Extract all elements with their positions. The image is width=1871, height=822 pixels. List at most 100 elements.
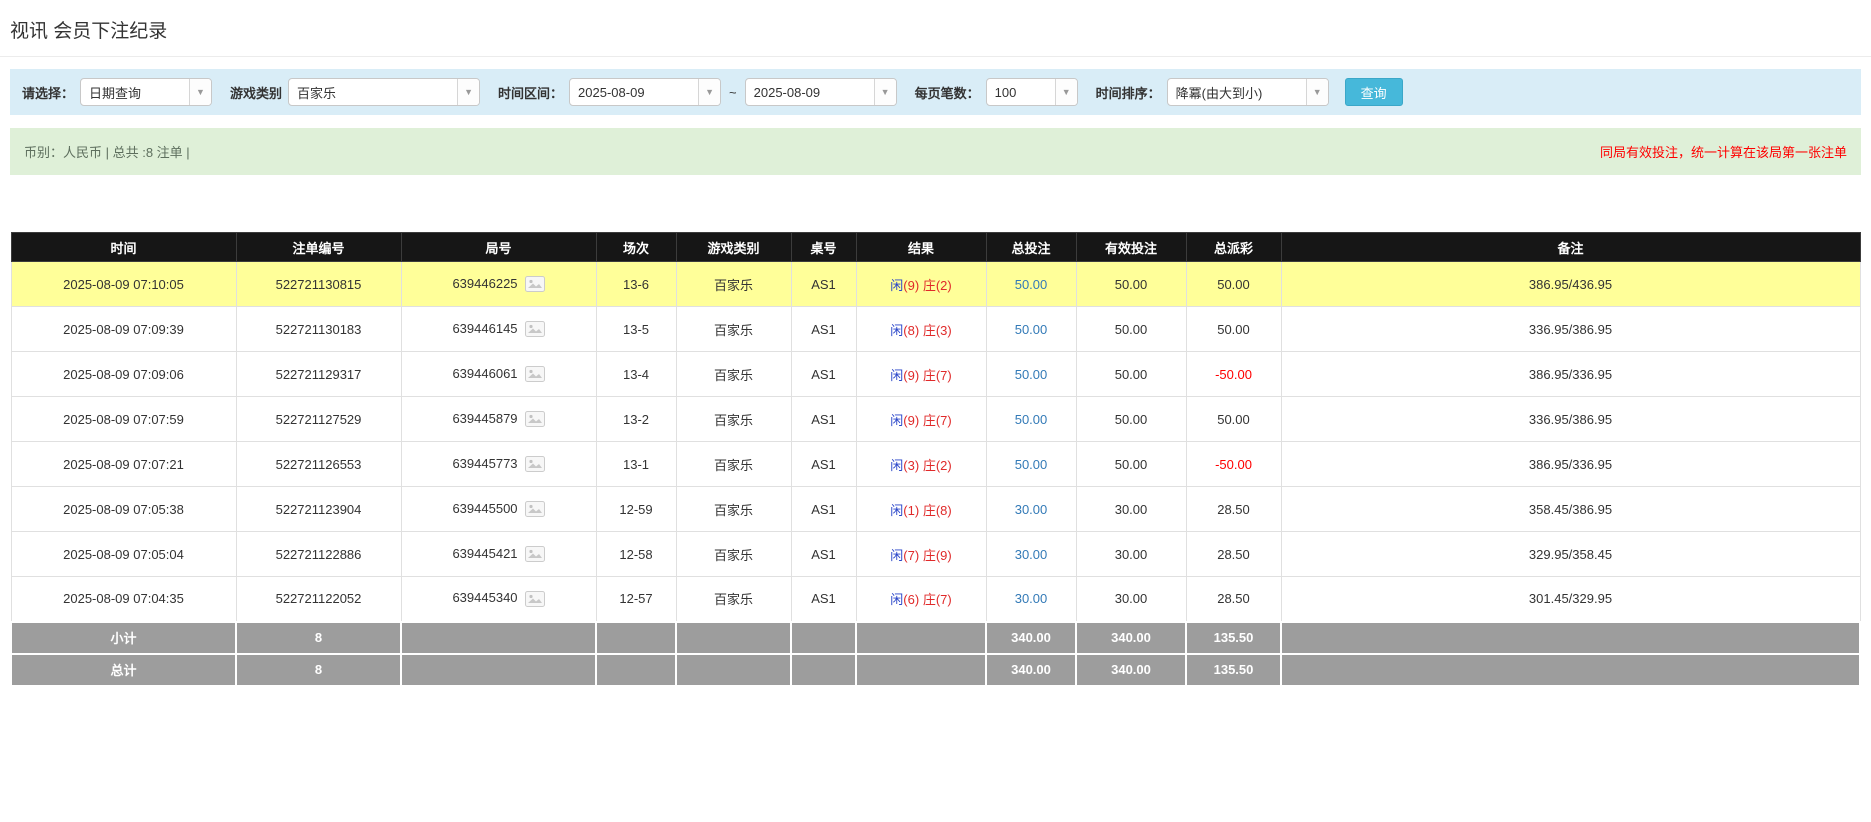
cell-valid-bet: 30.00 [1075,486,1187,532]
query-type-label: 请选择： [22,85,75,101]
table-row: 2025-08-09 07:09:06 522721129317 6394460… [10,351,1861,397]
query-type-select[interactable]: 日期查询 ▼ [80,78,213,106]
cell-bet-id: 522721122052 [235,576,402,622]
total-bet-link[interactable]: 50.00 [1015,322,1048,337]
chevron-down-icon[interactable]: ▼ [698,79,721,105]
video-replay-icon[interactable] [524,456,545,473]
result-banker-score: (3) [935,322,952,338]
cell-time: 2025-08-09 07:09:06 [10,351,237,397]
result-banker-label: 庄 [922,277,936,293]
cell-session: 12-57 [595,576,677,622]
total-bet-link[interactable]: 30.00 [1015,591,1048,606]
column-header: 注单编号 [235,232,402,262]
video-replay-icon[interactable] [524,591,545,608]
cell-valid-bet: 30.00 [1075,576,1187,622]
table-header-row: 时间 注单编号 局号 场次 游戏类别 桌号 结果 总投注 有效投注 总派彩 备注 [10,232,1861,262]
summary-row-count: 8 [235,652,402,687]
round-number: 639446061 [452,365,518,381]
total-bet-link[interactable]: 50.00 [1015,277,1048,292]
result-banker-label: 庄 [922,457,936,473]
query-type-value: 日期查询 [89,85,142,101]
cell-note: 386.95/436.95 [1280,261,1861,307]
cell-result: 闲(9) 庄(7) [855,396,987,442]
result-player-score: (9) [903,367,920,383]
summary-row-label: 总计 [10,652,237,687]
chevron-down-icon[interactable]: ▼ [873,79,896,105]
cell-round: 639446145 [400,306,597,352]
summary-empty-cell [790,620,857,655]
cell-round: 639445773 [400,441,597,487]
round-number: 639445879 [452,410,518,426]
total-bet-link[interactable]: 50.00 [1015,412,1048,427]
video-replay-icon[interactable] [524,411,545,428]
column-header: 总投注 [985,232,1077,262]
chevron-down-icon[interactable]: ▼ [1305,79,1328,105]
chevron-down-icon[interactable]: ▼ [457,79,480,105]
table-row: 2025-08-09 07:05:38 522721123904 6394455… [10,486,1861,532]
cell-game-type: 百家乐 [675,261,792,307]
result-player-label: 闲 [890,547,904,563]
cell-payout: 28.50 [1185,531,1282,577]
date-from-value: 2025-08-09 [578,84,645,100]
cell-session: 13-4 [595,351,677,397]
page-size-select[interactable]: 100 ▼ [985,78,1078,106]
summary-empty-cell [675,620,792,655]
cell-total-bet: 50.00 [985,306,1077,352]
column-header: 游戏类别 [675,232,792,262]
table-header: 时间 注单编号 局号 场次 游戏类别 桌号 结果 总投注 有效投注 总派彩 备注 [10,232,1861,262]
result-player-score: (3) [903,457,920,473]
title-divider [0,56,1871,57]
chevron-down-icon[interactable]: ▼ [1054,79,1077,105]
table-footer: 小计 8 340.00 340.00 135.50 总计 8 340.00 34… [10,620,1861,687]
summary-total-bet: 340.00 [985,620,1077,655]
total-bet-link[interactable]: 30.00 [1015,502,1048,517]
round-number: 639445340 [452,590,518,606]
result-banker-score: (8) [935,502,952,518]
cell-game-type: 百家乐 [675,441,792,487]
betting-records-page: 视讯 会员下注纪录 请选择： 日期查询 ▼ 游戏类别 百家乐 ▼ 时间区间： 2… [0,0,1871,747]
summary-payout: 135.50 [1185,620,1282,655]
cell-game-type: 百家乐 [675,576,792,622]
cell-valid-bet: 50.00 [1075,306,1187,352]
cell-note: 386.95/336.95 [1280,351,1861,397]
video-replay-icon[interactable] [524,276,545,293]
result-player-score: (9) [903,412,920,428]
game-type-select[interactable]: 百家乐 ▼ [288,78,481,106]
result-banker-label: 庄 [922,502,936,518]
result-banker-score: (2) [935,457,952,473]
video-replay-icon[interactable] [524,546,545,563]
round-number: 639445500 [452,500,518,516]
result-player-label: 闲 [890,502,904,518]
total-bet-link[interactable]: 50.00 [1015,457,1048,472]
result-player-score: (6) [903,592,920,608]
total-bet-link[interactable]: 30.00 [1015,547,1048,562]
cell-total-bet: 50.00 [985,351,1077,397]
video-replay-icon[interactable] [524,501,545,518]
result-banker-label: 庄 [922,547,936,563]
date-to-select[interactable]: 2025-08-09 ▼ [744,78,897,106]
cell-payout: 50.00 [1185,396,1282,442]
result-player-label: 闲 [890,457,904,473]
total-bet-link[interactable]: 50.00 [1015,367,1048,382]
round-number: 639446225 [452,275,518,291]
summary-empty-cell [400,620,597,655]
chevron-down-icon[interactable]: ▼ [189,79,212,105]
cell-bet-id: 522721126553 [235,441,402,487]
result-banker-score: (9) [935,547,952,563]
valid-bet-notice: 同局有效投注，统一计算在该局第一张注单 [1599,145,1847,160]
table-row: 2025-08-09 07:05:04 522721122886 6394454… [10,531,1861,577]
search-button[interactable]: 查询 [1344,78,1403,106]
sort-order-select[interactable]: 降冪(由大到小) ▼ [1166,78,1329,106]
game-type-value: 百家乐 [297,85,337,101]
video-replay-icon[interactable] [524,321,545,338]
date-from-select[interactable]: 2025-08-09 ▼ [569,78,722,106]
cell-table-number: AS1 [790,351,857,397]
column-header: 局号 [400,232,597,262]
video-replay-icon[interactable] [524,366,545,383]
cell-table-number: AS1 [790,576,857,622]
cell-valid-bet: 50.00 [1075,441,1187,487]
column-header: 总派彩 [1185,232,1282,262]
summary-empty-cell [595,620,677,655]
cell-result: 闲(3) 庄(2) [855,441,987,487]
result-player-score: (9) [903,277,920,293]
